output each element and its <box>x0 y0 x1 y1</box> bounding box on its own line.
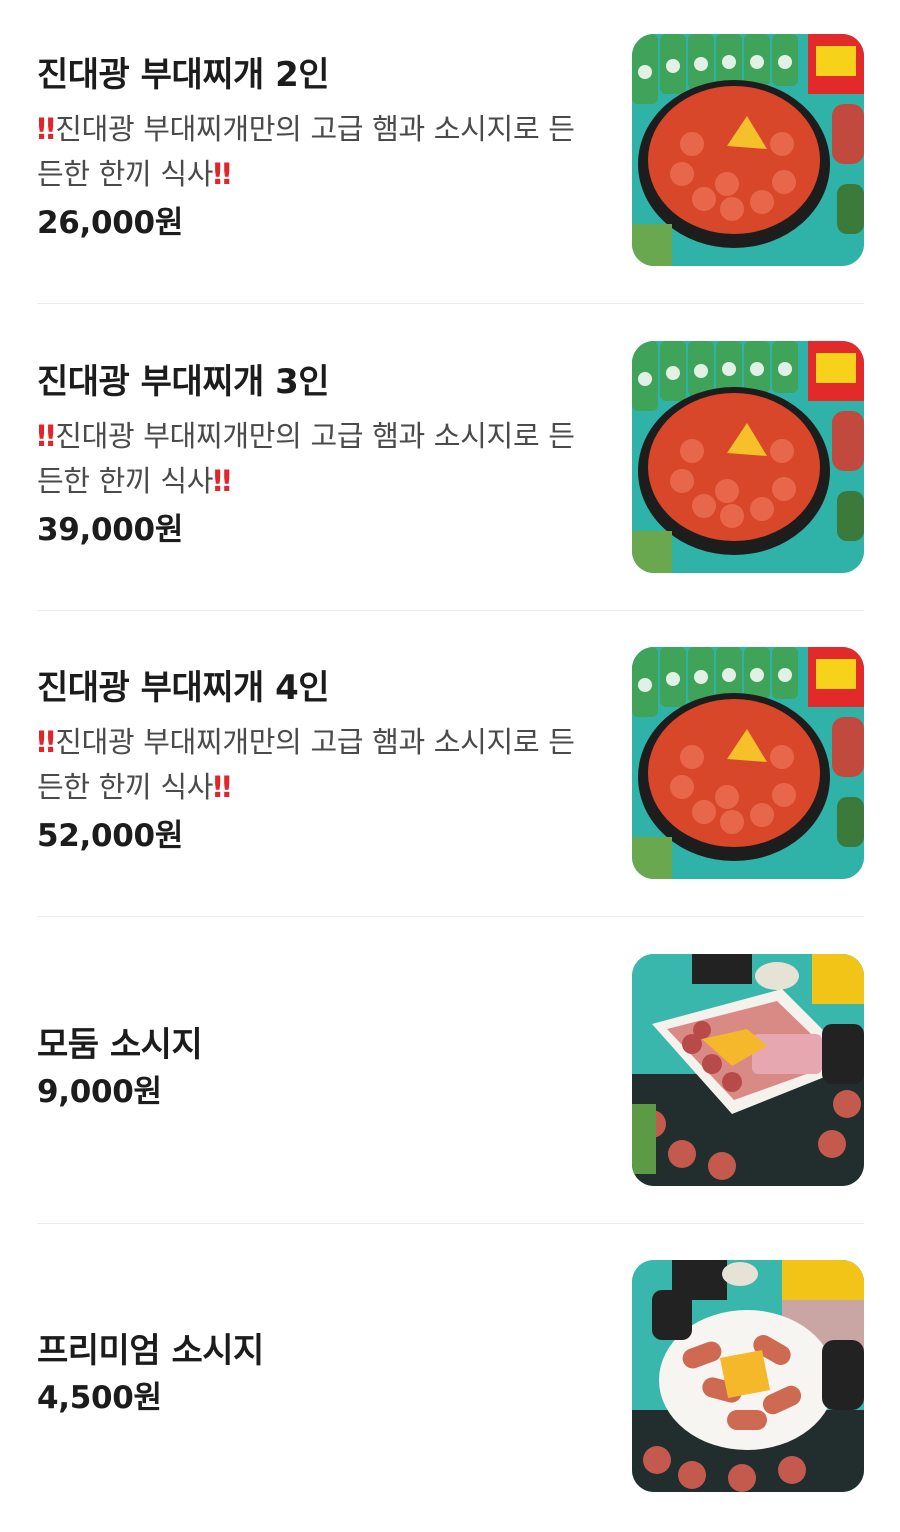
menu-item-text: 진대광 부대찌개 4인 ‼ 진대광 부대찌개만의 고급 햄과 소시지로 든든한 한… <box>37 667 597 856</box>
menu-item-name: 진대광 부대찌개 4인 <box>37 668 330 708</box>
menu-item-price: 26,000원 <box>37 205 184 241</box>
menu-item-name: 모둠 소시지 <box>37 1025 203 1065</box>
divider <box>37 610 864 611</box>
exclamation-icon: ‼ <box>37 112 55 146</box>
menu-item-description-text: 진대광 부대찌개만의 고급 햄과 소시지로 든든한 한끼 식사 <box>37 112 575 191</box>
menu-item-price: 52,000원 <box>37 818 184 854</box>
budae-jjigae-photo[interactable] <box>632 341 864 573</box>
budae-jjigae-photo[interactable] <box>632 34 864 266</box>
menu-item-price: 39,000원 <box>37 512 184 548</box>
menu-item[interactable]: 진대광 부대찌개 4인 ‼ 진대광 부대찌개만의 고급 햄과 소시지로 든든한 한… <box>0 613 900 919</box>
menu-item-name: 진대광 부대찌개 3인 <box>37 362 330 402</box>
menu-item[interactable]: 진대광 부대찌개 2인 ‼ 진대광 부대찌개만의 고급 햄과 소시지로 든든한 한… <box>0 0 900 306</box>
menu-item-description: ‼ 진대광 부대찌개만의 고급 햄과 소시지로 든든한 한끼 식사‼ <box>37 414 577 504</box>
menu-item-description: ‼ 진대광 부대찌개만의 고급 햄과 소시지로 든든한 한끼 식사‼ <box>37 720 577 810</box>
menu-item-description: ‼ 진대광 부대찌개만의 고급 햄과 소시지로 든든한 한끼 식사‼ <box>37 107 577 197</box>
menu-item-description-text: 진대광 부대찌개만의 고급 햄과 소시지로 든든한 한끼 식사 <box>37 419 575 498</box>
menu-item[interactable]: 모둠 소시지 9,000원 <box>0 920 900 1226</box>
menu-item-price: 4,500원 <box>37 1380 162 1416</box>
budae-jjigae-photo[interactable] <box>632 647 864 879</box>
menu-item[interactable]: 진대광 부대찌개 3인 ‼ 진대광 부대찌개만의 고급 햄과 소시지로 든든한 한… <box>0 307 900 613</box>
divider <box>37 916 864 917</box>
menu-item-text: 프리미엄 소시지 4,500원 <box>37 1330 597 1418</box>
sausage-platter-photo[interactable] <box>632 954 864 1186</box>
menu-item-description-text: 진대광 부대찌개만의 고급 햄과 소시지로 든든한 한끼 식사 <box>37 725 575 804</box>
menu-item-text: 모둠 소시지 9,000원 <box>37 1024 597 1112</box>
exclamation-icon: ‼ <box>37 725 55 759</box>
menu-list: 진대광 부대찌개 2인 ‼ 진대광 부대찌개만의 고급 햄과 소시지로 든든한 한… <box>0 0 900 1519</box>
menu-item-name: 프리미엄 소시지 <box>37 1331 264 1371</box>
menu-item-text: 진대광 부대찌개 3인 ‼ 진대광 부대찌개만의 고급 햄과 소시지로 든든한 한… <box>37 361 597 550</box>
exclamation-icon: ‼ <box>213 157 231 191</box>
exclamation-icon: ‼ <box>213 770 231 804</box>
divider <box>37 303 864 304</box>
exclamation-icon: ‼ <box>37 419 55 453</box>
menu-item-text: 진대광 부대찌개 2인 ‼ 진대광 부대찌개만의 고급 햄과 소시지로 든든한 한… <box>37 54 597 243</box>
divider <box>37 1223 864 1224</box>
exclamation-icon: ‼ <box>213 464 231 498</box>
menu-item[interactable]: 프리미엄 소시지 4,500원 <box>0 1226 900 1532</box>
menu-item-price: 9,000원 <box>37 1074 162 1110</box>
menu-item-name: 진대광 부대찌개 2인 <box>37 55 330 95</box>
premium-sausage-photo[interactable] <box>632 1260 864 1492</box>
